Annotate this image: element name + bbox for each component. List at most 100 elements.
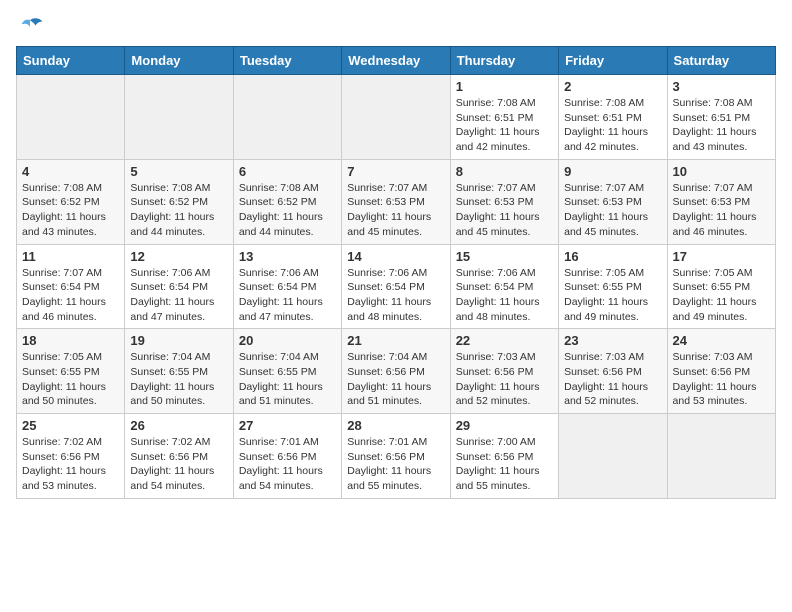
- day-info: Sunrise: 7:05 AM Sunset: 6:55 PM Dayligh…: [673, 266, 770, 325]
- calendar-cell: 6 Sunrise: 7:08 AM Sunset: 6:52 PM Daylig…: [233, 159, 341, 244]
- calendar-cell: [667, 414, 775, 499]
- week-row-1: 1 Sunrise: 7:08 AM Sunset: 6:51 PM Daylig…: [17, 75, 776, 160]
- day-info: Sunrise: 7:03 AM Sunset: 6:56 PM Dayligh…: [564, 350, 661, 409]
- day-info: Sunrise: 7:08 AM Sunset: 6:51 PM Dayligh…: [673, 96, 770, 155]
- day-info: Sunrise: 7:06 AM Sunset: 6:54 PM Dayligh…: [347, 266, 444, 325]
- header: [16, 16, 776, 38]
- calendar-cell: 14 Sunrise: 7:06 AM Sunset: 6:54 PM Dayli…: [342, 244, 450, 329]
- logo: [16, 16, 48, 38]
- calendar-cell: 5 Sunrise: 7:08 AM Sunset: 6:52 PM Daylig…: [125, 159, 233, 244]
- calendar-cell: 3 Sunrise: 7:08 AM Sunset: 6:51 PM Daylig…: [667, 75, 775, 160]
- day-info: Sunrise: 7:08 AM Sunset: 6:52 PM Dayligh…: [239, 181, 336, 240]
- weekday-header-monday: Monday: [125, 47, 233, 75]
- day-number: 11: [22, 249, 119, 264]
- week-row-4: 18Sunrise: 7:05 AM Sunset: 6:55 PM Dayli…: [17, 329, 776, 414]
- day-number: 25: [22, 418, 119, 433]
- calendar-cell: 26 Sunrise: 7:02 AM Sunset: 6:56 PM Dayli…: [125, 414, 233, 499]
- day-info: Sunrise: 7:08 AM Sunset: 6:52 PM Dayligh…: [22, 181, 119, 240]
- calendar-cell: 19 Sunrise: 7:04 AM Sunset: 6:55 PM Dayli…: [125, 329, 233, 414]
- calendar-cell: 9 Sunrise: 7:07 AM Sunset: 6:53 PM Daylig…: [559, 159, 667, 244]
- day-info: Sunrise: 7:08 AM Sunset: 6:51 PM Dayligh…: [564, 96, 661, 155]
- week-row-2: 4 Sunrise: 7:08 AM Sunset: 6:52 PM Daylig…: [17, 159, 776, 244]
- day-info: Sunrise: 7:07 AM Sunset: 6:53 PM Dayligh…: [347, 181, 444, 240]
- calendar-cell: 28 Sunrise: 7:01 AM Sunset: 6:56 PM Dayli…: [342, 414, 450, 499]
- day-info: Sunrise: 7:02 AM Sunset: 6:56 PM Dayligh…: [22, 435, 119, 494]
- weekday-header-row: SundayMondayTuesdayWednesdayThursdayFrid…: [17, 47, 776, 75]
- day-info: Sunrise: 7:06 AM Sunset: 6:54 PM Dayligh…: [239, 266, 336, 325]
- calendar-cell: 29 Sunrise: 7:00 AM Sunset: 6:56 PM Dayli…: [450, 414, 558, 499]
- day-info: Sunrise: 7:03 AM Sunset: 6:56 PM Dayligh…: [673, 350, 770, 409]
- weekday-header-tuesday: Tuesday: [233, 47, 341, 75]
- day-number: 15: [456, 249, 553, 264]
- day-info: Sunrise: 7:02 AM Sunset: 6:56 PM Dayligh…: [130, 435, 227, 494]
- calendar-cell: 24 Sunrise: 7:03 AM Sunset: 6:56 PM Dayli…: [667, 329, 775, 414]
- calendar-cell: 21Sunrise: 7:04 AM Sunset: 6:56 PM Dayli…: [342, 329, 450, 414]
- calendar-cell: [17, 75, 125, 160]
- day-number: 23: [564, 333, 661, 348]
- calendar-cell: 10Sunrise: 7:07 AM Sunset: 6:53 PM Dayli…: [667, 159, 775, 244]
- calendar-cell: 23 Sunrise: 7:03 AM Sunset: 6:56 PM Dayli…: [559, 329, 667, 414]
- calendar-cell: 12 Sunrise: 7:06 AM Sunset: 6:54 PM Dayli…: [125, 244, 233, 329]
- day-number: 24: [673, 333, 770, 348]
- day-info: Sunrise: 7:00 AM Sunset: 6:56 PM Dayligh…: [456, 435, 553, 494]
- calendar-cell: [125, 75, 233, 160]
- day-number: 19: [130, 333, 227, 348]
- calendar-cell: 7 Sunrise: 7:07 AM Sunset: 6:53 PM Daylig…: [342, 159, 450, 244]
- day-number: 21: [347, 333, 444, 348]
- weekday-header-saturday: Saturday: [667, 47, 775, 75]
- day-number: 13: [239, 249, 336, 264]
- day-info: Sunrise: 7:01 AM Sunset: 6:56 PM Dayligh…: [239, 435, 336, 494]
- day-number: 26: [130, 418, 227, 433]
- day-number: 12: [130, 249, 227, 264]
- day-info: Sunrise: 7:06 AM Sunset: 6:54 PM Dayligh…: [456, 266, 553, 325]
- calendar-cell: 22 Sunrise: 7:03 AM Sunset: 6:56 PM Dayli…: [450, 329, 558, 414]
- week-row-5: 25 Sunrise: 7:02 AM Sunset: 6:56 PM Dayli…: [17, 414, 776, 499]
- calendar-cell: 18Sunrise: 7:05 AM Sunset: 6:55 PM Dayli…: [17, 329, 125, 414]
- calendar-cell: 25 Sunrise: 7:02 AM Sunset: 6:56 PM Dayli…: [17, 414, 125, 499]
- day-info: Sunrise: 7:06 AM Sunset: 6:54 PM Dayligh…: [130, 266, 227, 325]
- day-info: Sunrise: 7:07 AM Sunset: 6:53 PM Dayligh…: [673, 181, 770, 240]
- logo-bird-icon: [16, 16, 44, 38]
- day-number: 20: [239, 333, 336, 348]
- calendar-cell: 2 Sunrise: 7:08 AM Sunset: 6:51 PM Daylig…: [559, 75, 667, 160]
- day-info: Sunrise: 7:04 AM Sunset: 6:55 PM Dayligh…: [239, 350, 336, 409]
- day-info: Sunrise: 7:07 AM Sunset: 6:54 PM Dayligh…: [22, 266, 119, 325]
- day-number: 2: [564, 79, 661, 94]
- day-number: 1: [456, 79, 553, 94]
- day-number: 18: [22, 333, 119, 348]
- day-number: 3: [673, 79, 770, 94]
- day-info: Sunrise: 7:07 AM Sunset: 6:53 PM Dayligh…: [564, 181, 661, 240]
- weekday-header-thursday: Thursday: [450, 47, 558, 75]
- day-number: 27: [239, 418, 336, 433]
- calendar-cell: 8Sunrise: 7:07 AM Sunset: 6:53 PM Daylig…: [450, 159, 558, 244]
- day-number: 4: [22, 164, 119, 179]
- calendar-cell: 20 Sunrise: 7:04 AM Sunset: 6:55 PM Dayli…: [233, 329, 341, 414]
- calendar-cell: 4 Sunrise: 7:08 AM Sunset: 6:52 PM Daylig…: [17, 159, 125, 244]
- calendar-cell: [342, 75, 450, 160]
- day-info: Sunrise: 7:04 AM Sunset: 6:55 PM Dayligh…: [130, 350, 227, 409]
- calendar-cell: 17 Sunrise: 7:05 AM Sunset: 6:55 PM Dayli…: [667, 244, 775, 329]
- day-number: 29: [456, 418, 553, 433]
- day-number: 17: [673, 249, 770, 264]
- week-row-3: 11 Sunrise: 7:07 AM Sunset: 6:54 PM Dayli…: [17, 244, 776, 329]
- calendar-cell: 1 Sunrise: 7:08 AM Sunset: 6:51 PM Daylig…: [450, 75, 558, 160]
- day-number: 9: [564, 164, 661, 179]
- calendar-cell: 16Sunrise: 7:05 AM Sunset: 6:55 PM Dayli…: [559, 244, 667, 329]
- day-info: Sunrise: 7:08 AM Sunset: 6:52 PM Dayligh…: [130, 181, 227, 240]
- day-number: 8: [456, 164, 553, 179]
- day-info: Sunrise: 7:05 AM Sunset: 6:55 PM Dayligh…: [564, 266, 661, 325]
- day-info: Sunrise: 7:03 AM Sunset: 6:56 PM Dayligh…: [456, 350, 553, 409]
- calendar-cell: 27 Sunrise: 7:01 AM Sunset: 6:56 PM Dayli…: [233, 414, 341, 499]
- day-number: 6: [239, 164, 336, 179]
- calendar-cell: [233, 75, 341, 160]
- day-number: 22: [456, 333, 553, 348]
- day-info: Sunrise: 7:08 AM Sunset: 6:51 PM Dayligh…: [456, 96, 553, 155]
- day-number: 14: [347, 249, 444, 264]
- calendar-table: SundayMondayTuesdayWednesdayThursdayFrid…: [16, 46, 776, 499]
- day-info: Sunrise: 7:01 AM Sunset: 6:56 PM Dayligh…: [347, 435, 444, 494]
- day-number: 5: [130, 164, 227, 179]
- calendar-cell: [559, 414, 667, 499]
- day-number: 7: [347, 164, 444, 179]
- calendar-cell: 15 Sunrise: 7:06 AM Sunset: 6:54 PM Dayli…: [450, 244, 558, 329]
- day-number: 28: [347, 418, 444, 433]
